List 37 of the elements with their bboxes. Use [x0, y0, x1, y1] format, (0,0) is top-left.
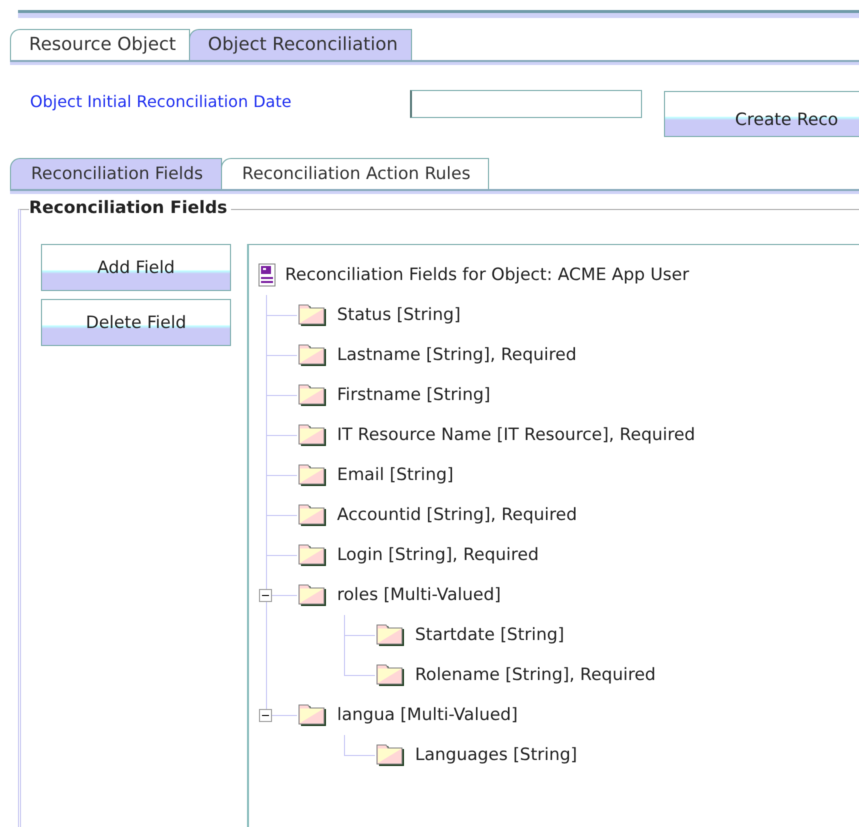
field-label: Object Initial Reconciliation Date [30, 92, 292, 111]
folder-icon [297, 383, 329, 407]
tree-item[interactable]: Accountid [String], Required [337, 505, 578, 525]
tree-item[interactable]: Email [String] [337, 465, 454, 485]
folder-icon [297, 583, 329, 607]
folder-icon [375, 623, 407, 647]
collapse-toggle[interactable] [259, 589, 272, 602]
folder-icon [375, 743, 407, 767]
folder-icon [297, 423, 329, 447]
tree-item[interactable]: Status [String] [337, 305, 461, 325]
field-button[interactable]: Delete Field [41, 299, 231, 346]
tree-item[interactable]: Login [String], Required [337, 545, 539, 565]
tree-item[interactable]: Reconciliation Fields for Object: ACME App User [285, 265, 690, 285]
folder-icon [297, 303, 329, 327]
folder-icon [297, 703, 329, 727]
tab[interactable]: Resource Object [10, 29, 190, 60]
tree-item[interactable]: Rolename [String], Required [415, 665, 656, 685]
folder-icon [297, 503, 329, 527]
tree-item[interactable]: Firstname [String] [337, 385, 490, 405]
folder-icon [297, 343, 329, 367]
document-icon [257, 262, 277, 288]
folder-icon [375, 663, 407, 687]
folder-icon [297, 543, 329, 567]
collapse-toggle[interactable] [259, 709, 272, 722]
field-button[interactable]: Add Field [41, 244, 231, 291]
tab[interactable]: Reconciliation Fields [10, 158, 222, 189]
tree-item[interactable]: IT Resource Name [IT Resource], Required [337, 425, 696, 445]
create-button[interactable]: Create Reco [664, 91, 859, 137]
date-field[interactable] [410, 90, 642, 118]
tab[interactable]: Reconciliation Action Rules [221, 158, 490, 189]
tree-item[interactable]: roles [Multi-Valued] [337, 585, 501, 605]
tree-item[interactable]: Startdate [String] [415, 625, 564, 645]
tree-item[interactable]: langua [Multi-Valued] [337, 705, 518, 725]
tree-item[interactable]: Lastname [String], Required [337, 345, 576, 365]
folder-icon [297, 463, 329, 487]
tree-item[interactable]: Languages [String] [415, 745, 578, 765]
tab[interactable]: Object Reconciliation [188, 29, 412, 60]
